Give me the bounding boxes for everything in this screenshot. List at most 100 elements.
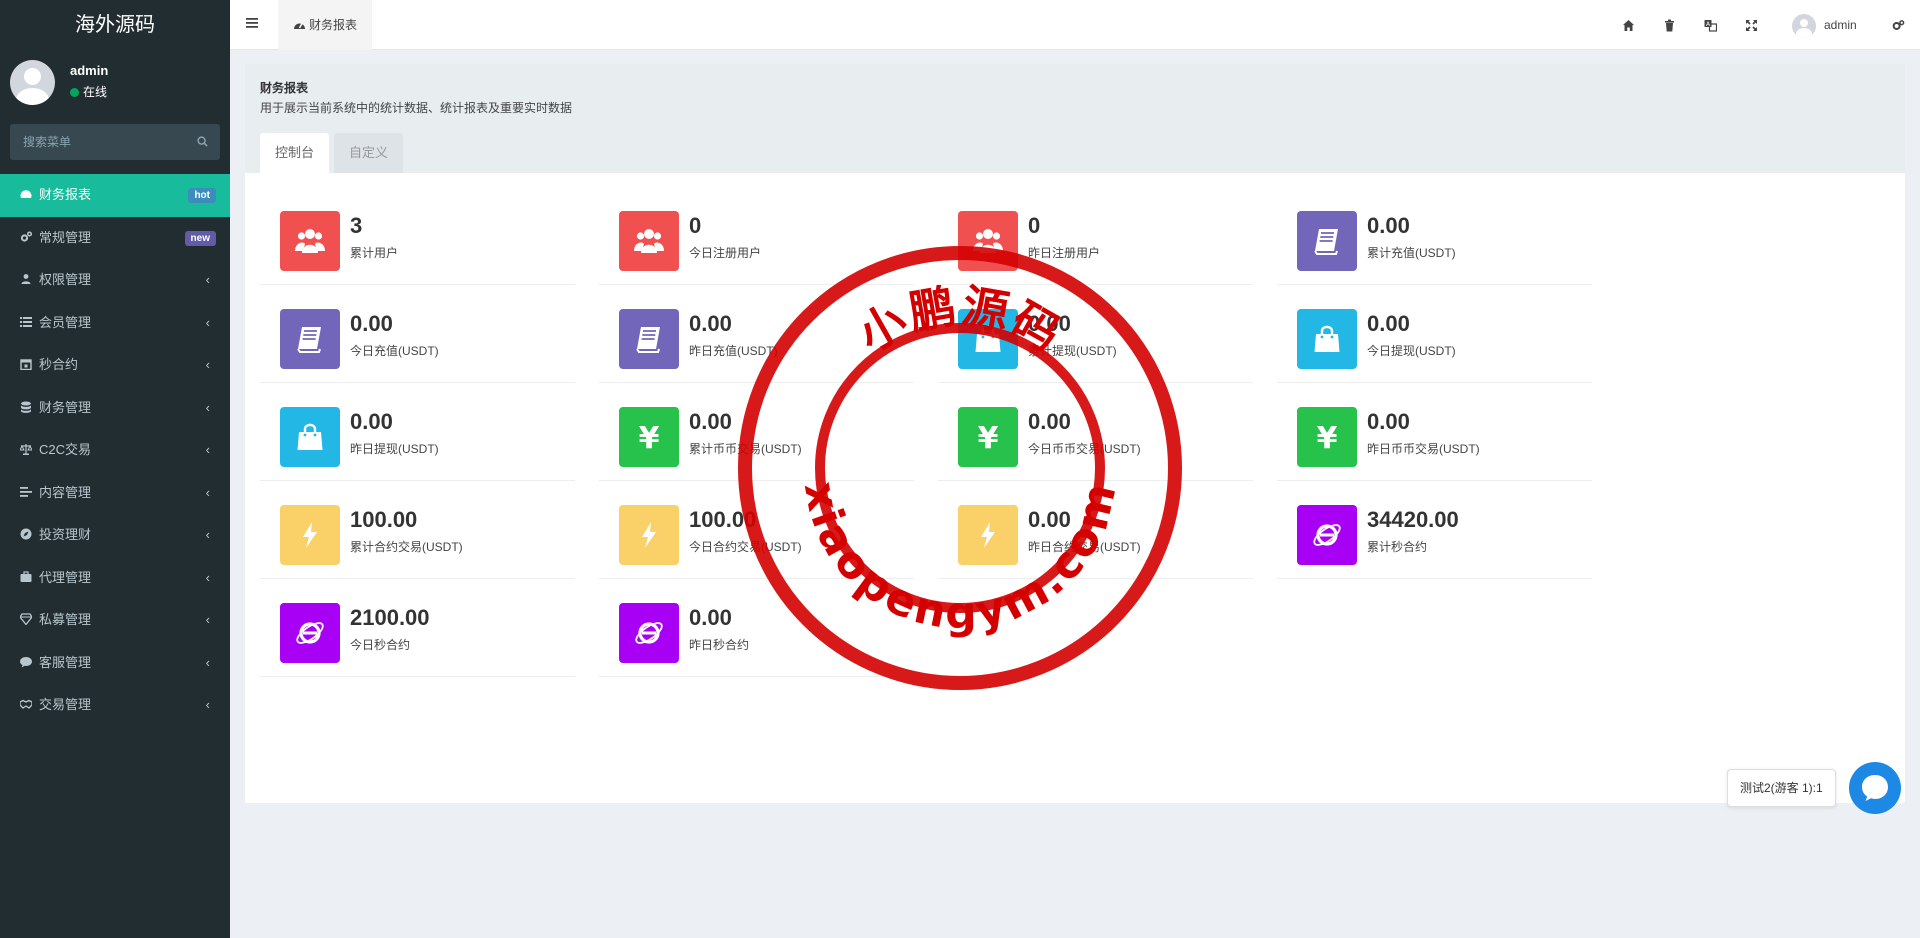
sidebar-item-0[interactable]: 财务报表 hot [0, 174, 230, 217]
bolt-icon [642, 522, 656, 548]
page-title: 财务报表 [260, 81, 309, 95]
group-icon [21, 274, 31, 284]
stat-card: 100.00 今日合约交易(USDT) [599, 485, 914, 579]
stat-label: 今日注册用户 [689, 246, 762, 260]
header-user-name[interactable]: admin [1824, 18, 1857, 32]
tab-dashboard[interactable]: 财务报表 [278, 0, 373, 50]
online-dot-icon [70, 88, 79, 97]
header-avatar[interactable] [1792, 14, 1816, 38]
cogs-icon [20, 230, 32, 242]
menu-search [10, 124, 220, 160]
fullscreen-icon[interactable] [1745, 19, 1758, 32]
stat-card: 0.00 昨日合约交易(USDT) [938, 485, 1253, 579]
sidebar-item-label: 交易管理 [39, 697, 92, 712]
yen-icon: ¥ [639, 422, 660, 452]
dashboard-icon [294, 23, 305, 29]
stat-value: 0.00 [1367, 311, 1410, 336]
sidebar-item-label: 内容管理 [39, 484, 92, 500]
stat-icon-box [280, 407, 340, 467]
sidebar-item-label: C2C交易 [39, 442, 92, 457]
stat-label: 今日提现(USDT) [1367, 344, 1456, 358]
stat-icon-box [619, 211, 679, 271]
sidebar-item-8[interactable]: 投资理财 ‹ [0, 514, 230, 557]
brand-logo[interactable]: 海外源码 [0, 0, 230, 50]
chevron-left-icon: ‹ [205, 527, 210, 542]
chat-tooltip[interactable]: 测试2(游客 1):1 [1727, 769, 1836, 807]
stat-icon-box [280, 211, 340, 271]
sidebar-item-label: 财务报表 [39, 187, 92, 202]
stat-card: 2100.00 今日秒合约 [260, 583, 575, 677]
home-icon[interactable] [1622, 19, 1635, 32]
stat-value: 0 [689, 213, 702, 238]
sidebar-item-1[interactable]: 常规管理 new [0, 217, 230, 260]
stat-label: 累计提现(USDT) [1028, 344, 1117, 358]
stat-value: 100.00 [350, 507, 418, 532]
stat-label: 今日秒合约 [350, 638, 411, 652]
menu-badge: hot [188, 188, 216, 203]
stat-value: 0 [1028, 213, 1041, 238]
stat-value: 0.00 [689, 409, 732, 434]
sidebar-item-9[interactable]: 代理管理 ‹ [0, 557, 230, 600]
stat-card: 0 今日注册用户 [599, 191, 914, 285]
search-icon[interactable] [197, 136, 208, 147]
users-icon [973, 229, 1003, 253]
chevron-left-icon: ‹ [205, 399, 210, 415]
diamond-icon [20, 613, 32, 625]
chevron-left-icon: ‹ [205, 442, 210, 457]
stat-label: 累计用户 [350, 246, 399, 260]
translate-icon[interactable]: A [1704, 19, 1717, 32]
stat-icon-box: ¥ [619, 407, 679, 467]
sidebar-item-4[interactable]: 秒合约 ‹ [0, 344, 230, 387]
panel-heading: 财务报表 用于展示当前系统中的统计数据、统计报表及重要实时数据 控制台 自定义 [245, 64, 1905, 173]
sidebar-item-7[interactable]: 内容管理 ‹ [0, 472, 230, 515]
sidebar-item-11[interactable]: 客服管理 ‹ [0, 642, 230, 685]
chevron-left-icon: ‹ [205, 697, 210, 712]
stat-card: 34420.00 累计秒合约 [1277, 485, 1592, 579]
sidebar-item-3[interactable]: 会员管理 ‹ [0, 302, 230, 345]
bolt-icon [303, 522, 317, 548]
stat-icon-box [619, 309, 679, 369]
stat-card: 0 昨日注册用户 [938, 191, 1253, 285]
shopping-bag-icon [297, 423, 323, 450]
stat-label: 昨日注册用户 [1028, 246, 1101, 260]
trash-icon[interactable] [1663, 19, 1676, 32]
stat-label: 累计秒合约 [1367, 540, 1428, 554]
sidebar-item-label: 秒合约 [39, 357, 79, 372]
sidebar-item-5[interactable]: 财务管理 ‹ [0, 387, 230, 430]
stat-card: 100.00 累计合约交易(USDT) [260, 485, 575, 579]
sidebar-item-label: 客服管理 [39, 654, 92, 670]
sidebar-item-2[interactable]: 权限管理 ‹ [0, 259, 230, 302]
stat-icon-box [1297, 309, 1357, 369]
stat-icon-box [280, 603, 340, 663]
sidebar-item-label: 权限管理 [39, 272, 92, 287]
chevron-left-icon: ‹ [205, 314, 210, 330]
stat-label: 昨日充值(USDT) [689, 344, 778, 358]
stat-value: 0.00 [1028, 311, 1071, 336]
svg-text:¥: ¥ [1317, 422, 1338, 452]
internet-explorer-icon [635, 622, 663, 644]
sidebar-item-10[interactable]: 私募管理 ‹ [0, 599, 230, 642]
stat-value: 0.00 [1367, 409, 1410, 434]
stat-icon-box [958, 309, 1018, 369]
shopping-bag-icon [975, 325, 1001, 352]
chat-button[interactable] [1849, 762, 1901, 814]
book-icon [297, 327, 321, 353]
stat-icon-box [958, 211, 1018, 271]
tab-custom[interactable]: 自定义 [334, 133, 404, 173]
settings-icon[interactable] [1892, 19, 1905, 32]
user-status: 在线 [70, 83, 107, 100]
stat-label: 今日充值(USDT) [350, 344, 439, 358]
search-input[interactable] [10, 124, 220, 160]
sidebar-item-12[interactable]: 交易管理 ‹ [0, 684, 230, 727]
tab-console[interactable]: 控制台 [260, 133, 330, 173]
stat-card: 0.00 今日提现(USDT) [1277, 289, 1592, 383]
stat-icon-box [958, 505, 1018, 565]
sidebar-toggle-icon[interactable] [246, 18, 258, 28]
stat-icon-box [280, 505, 340, 565]
panel-tabs: 控制台 自定义 [260, 133, 408, 173]
align-icon [20, 486, 32, 497]
sidebar-item-6[interactable]: C2C交易 ‹ [0, 429, 230, 472]
svg-text:¥: ¥ [639, 422, 660, 452]
chevron-left-icon: ‹ [205, 612, 210, 627]
stat-value: 0.00 [1028, 409, 1071, 434]
